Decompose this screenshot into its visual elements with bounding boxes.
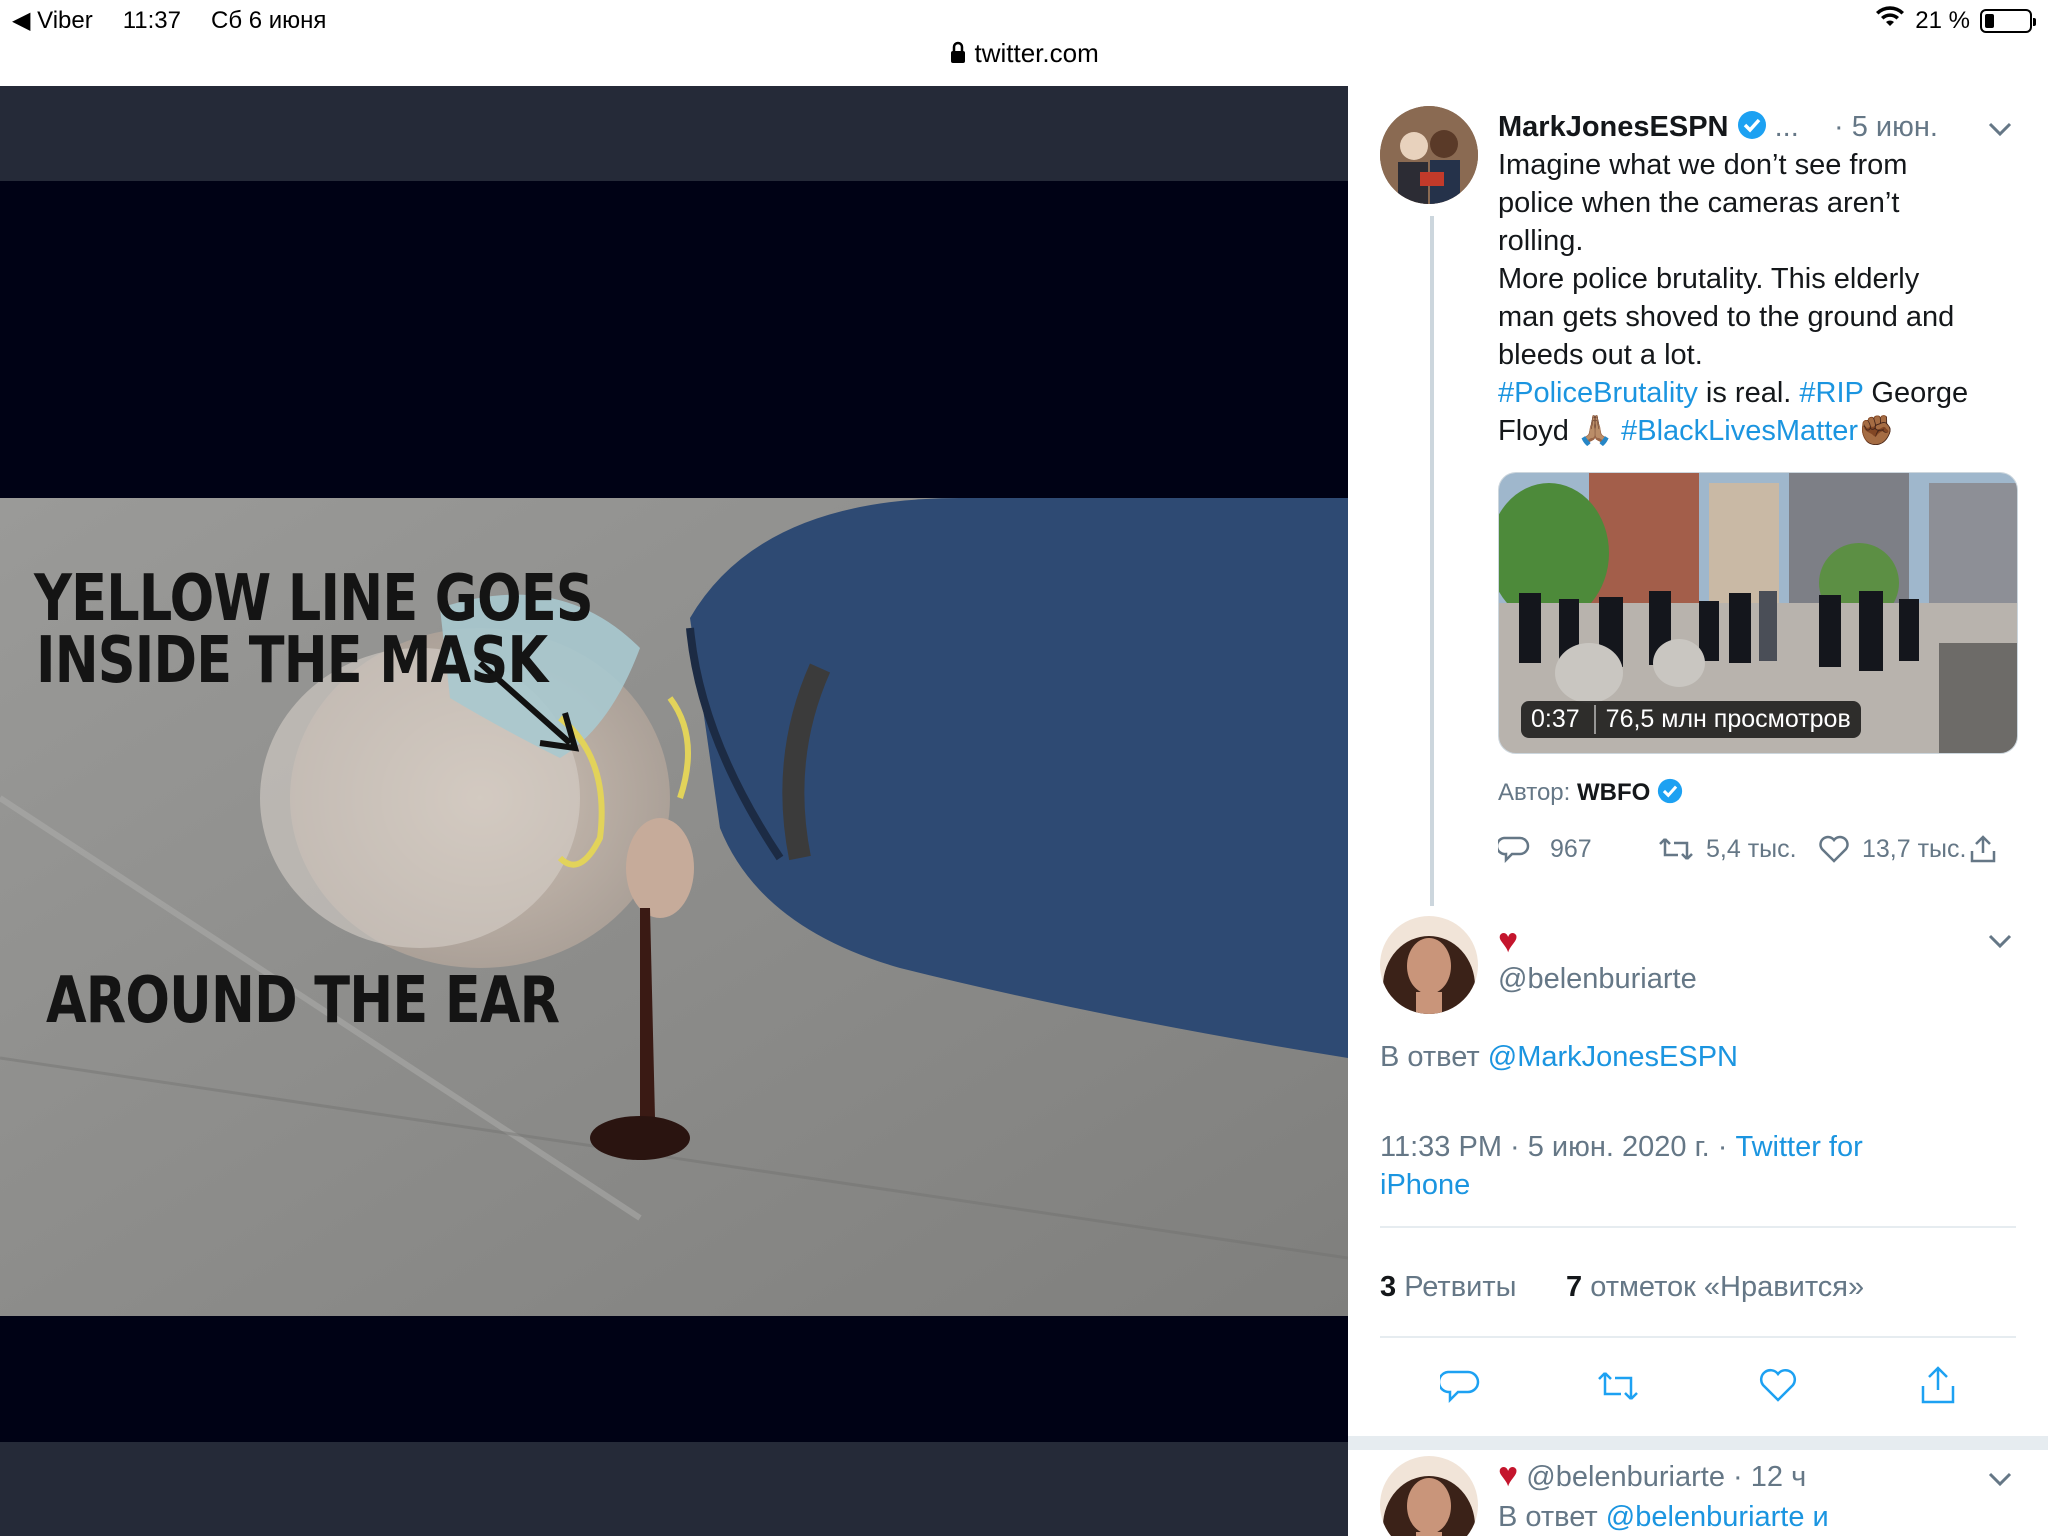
like-button[interactable]: 13,7 тыс.	[1818, 834, 1968, 864]
like-count: 13,7 тыс.	[1862, 834, 1967, 863]
next-reply-to-link[interactable]: @belenburiarte и	[1606, 1501, 1829, 1533]
media-bottom-band	[0, 1442, 1348, 1536]
likes-stat-label: отметок «Нравится»	[1582, 1271, 1865, 1303]
reply-author-avatar[interactable]	[1380, 916, 1478, 1014]
thread-line	[1430, 216, 1434, 906]
retweets-stat[interactable]: 3 Ретвиты	[1380, 1268, 1516, 1306]
video-author-name[interactable]: WBFO	[1577, 779, 1650, 806]
handle-truncated: ...	[1774, 111, 1799, 143]
tweet-panel: MarkJonesESPN ... · 5 июн. Imagine what …	[1348, 86, 2048, 1536]
hashtag-link[interactable]: #RIP	[1799, 377, 1863, 409]
hashtag-link[interactable]: #PoliceBrutality	[1498, 377, 1698, 409]
lock-icon	[949, 38, 974, 68]
tweet-text-line: man gets shoved to the ground and	[1498, 301, 1955, 333]
media-top-band	[0, 86, 1348, 181]
tweet-text-fragment: is real.	[1697, 377, 1800, 409]
reply-to-label: В ответ	[1380, 1041, 1488, 1073]
fist-emoji: ✊🏾	[1858, 415, 1895, 447]
back-to-app-link[interactable]: ◀ Viber	[12, 6, 93, 35]
reply-author-handle[interactable]: @belenburiarte	[1498, 960, 1697, 998]
tweet-text-line: Imagine what we don’t see from	[1498, 149, 1908, 181]
reply-icon	[1498, 836, 1530, 864]
caption-line-3: AROUND THE EAR	[46, 964, 560, 1038]
chevron-down-icon[interactable]	[1986, 932, 2014, 952]
divider	[1380, 1226, 2016, 1228]
reply-source-link[interactable]: iPhone	[1380, 1169, 1470, 1201]
next-reply-avatar[interactable]	[1380, 1456, 1478, 1536]
verified-icon	[1657, 778, 1683, 806]
status-bar: ◀ Viber 11:37 Сб 6 июня 21 %	[0, 0, 2048, 40]
divider	[1380, 1336, 2016, 1338]
next-reply-heart-icon: ♥	[1498, 1456, 1519, 1494]
tweet-text-line: More police brutality. This elderly	[1498, 263, 1920, 295]
address-bar[interactable]: twitter.com	[0, 38, 2048, 69]
status-time: 11:37	[122, 6, 181, 34]
caption-line-2: INSIDE THE MASK	[36, 624, 548, 698]
retweet-count: 5,4 тыс.	[1706, 834, 1797, 863]
share-icon	[1970, 835, 1996, 863]
reply-to-link[interactable]: @MarkJonesESPN	[1488, 1041, 1738, 1073]
tweet-text-fragment: Floyd 🙏🏽	[1498, 415, 1622, 447]
tweet-photo[interactable]: YELLOW LINE GOES INSIDE THE MASK AROUND …	[0, 498, 1348, 1316]
battery-icon	[1980, 8, 2036, 33]
likes-stat[interactable]: 7 отметок «Нравится»	[1566, 1268, 1864, 1306]
like-icon[interactable]	[1758, 1366, 1798, 1406]
author-name[interactable]: MarkJonesESPN	[1498, 111, 1729, 143]
reply-heart-icon: ♥	[1498, 922, 1519, 960]
video-duration: 0:37	[1531, 705, 1580, 733]
reply-source-link[interactable]: Twitter for	[1735, 1131, 1862, 1163]
tweet-text-line: bleeds out a lot.	[1498, 339, 1703, 371]
video-author-label: Автор:	[1498, 779, 1577, 806]
chevron-down-icon[interactable]	[1986, 120, 2014, 140]
embedded-video[interactable]: 0:37 76,5 млн просмотров	[1498, 472, 2018, 754]
tweet-text-line: police when the cameras aren’t	[1498, 187, 1900, 219]
retweet-icon	[1659, 838, 1693, 860]
next-reply-handle[interactable]: @belenburiarte	[1526, 1461, 1725, 1493]
verified-icon	[1737, 111, 1767, 143]
tweet-date[interactable]: · 5 июн.	[1834, 108, 1938, 146]
reply-count: 967	[1550, 834, 1592, 863]
video-views: 76,5 млн просмотров	[1593, 705, 1851, 734]
retweets-stat-label: Ретвиты	[1396, 1271, 1517, 1303]
author-avatar[interactable]	[1380, 106, 1478, 204]
tweet-text-fragment: George	[1863, 377, 1969, 409]
media-viewer[interactable]: YELLOW LINE GOES INSIDE THE MASK AROUND …	[0, 86, 1348, 1536]
share-button[interactable]	[1968, 834, 1998, 864]
reply-timestamp[interactable]: 11:33 PM · 5 июн. 2020 г. ·	[1380, 1131, 1735, 1163]
video-stats-overlay: 0:37 76,5 млн просмотров	[1521, 701, 1861, 738]
tweet-text-line: rolling.	[1498, 225, 1584, 257]
caption-line-1: YELLOW LINE GOES	[34, 562, 594, 636]
retweet-icon[interactable]	[1596, 1368, 1640, 1404]
next-reply-time[interactable]: · 12 ч	[1725, 1461, 1806, 1493]
share-icon[interactable]	[1918, 1364, 1958, 1406]
next-reply-to-label: В ответ	[1498, 1501, 1606, 1533]
tweet-text: Imagine what we don’t see from police wh…	[1498, 146, 2028, 450]
wifi-icon	[1875, 6, 1905, 35]
status-date: Сб 6 июня	[211, 6, 327, 34]
retweet-button[interactable]: 5,4 тыс.	[1658, 835, 1818, 864]
section-divider	[1348, 1436, 2048, 1450]
reply-button[interactable]: 967	[1498, 834, 1658, 864]
chevron-down-icon[interactable]	[1986, 1470, 2014, 1490]
like-icon	[1819, 835, 1849, 863]
battery-percent: 21 %	[1915, 6, 1970, 34]
retweets-stat-count: 3	[1380, 1271, 1397, 1303]
likes-stat-count: 7	[1566, 1271, 1583, 1303]
hashtag-link[interactable]: #BlackLivesMatter	[1621, 415, 1858, 447]
url-text: twitter.com	[974, 38, 1099, 68]
tweet-actions: 967 5,4 тыс. 13,7 тыс.	[1498, 834, 1998, 864]
reply-icon[interactable]	[1440, 1366, 1480, 1406]
